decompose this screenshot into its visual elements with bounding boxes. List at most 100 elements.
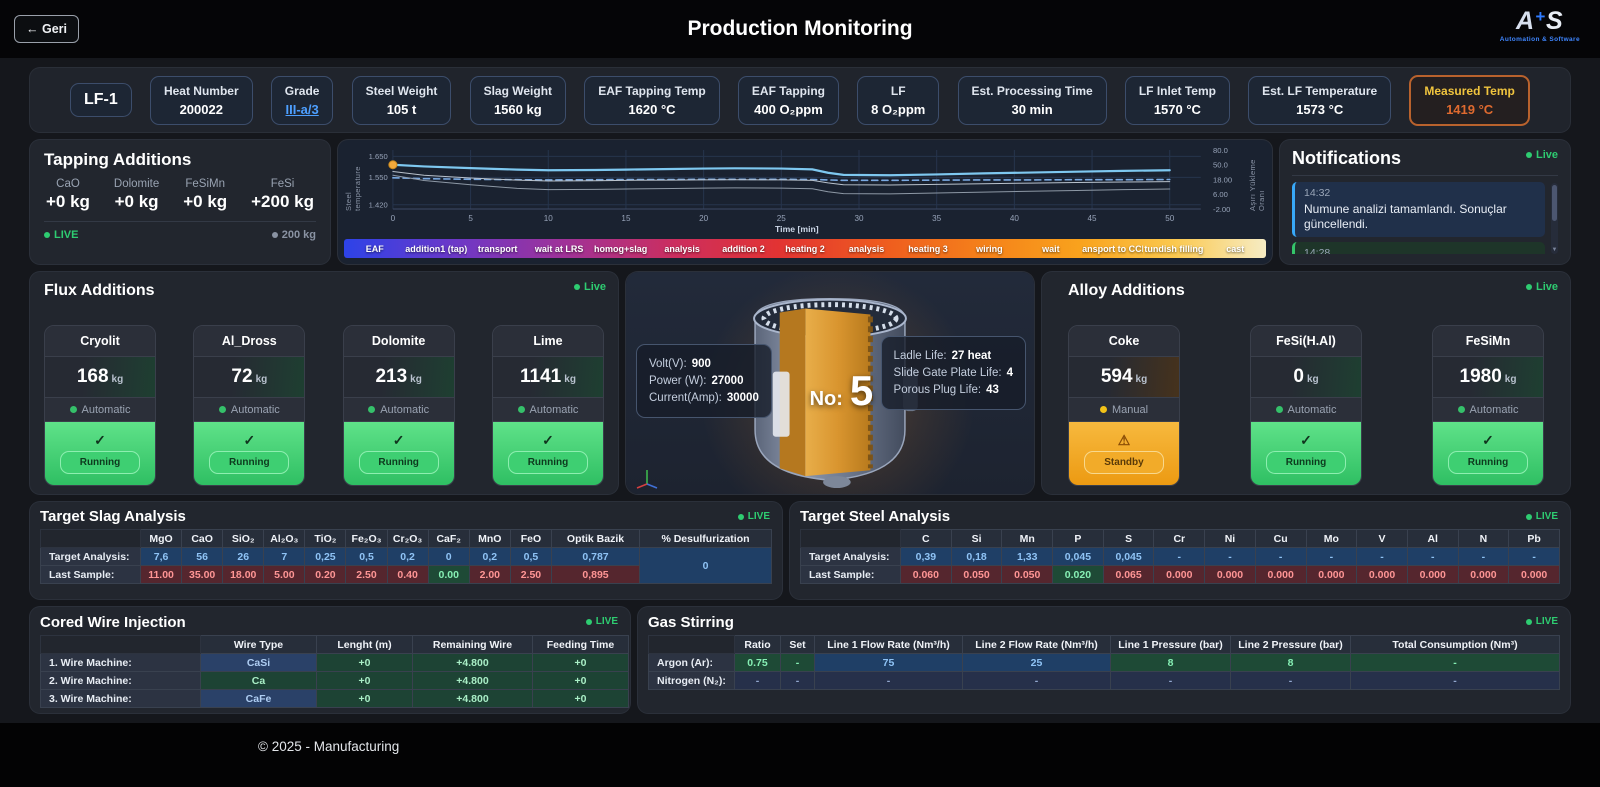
series-start-marker	[388, 160, 398, 170]
svg-text:5: 5	[468, 214, 473, 223]
page-title: Production Monitoring	[687, 17, 913, 40]
column-header: Line 1 Flow Rate (Nm³/h)	[814, 635, 963, 654]
column-header: Total Consumption (Nm³)	[1350, 635, 1560, 654]
table-row: Last Sample: 0.060 0.050 0.050 0.020 0.065 0.0…	[800, 565, 1560, 584]
metric-label: Est. Processing Time	[971, 83, 1093, 98]
cell: -	[1110, 671, 1231, 690]
row-label: Last Sample:	[800, 565, 901, 584]
column-header: Remaining Wire	[412, 635, 533, 654]
slide-gate-label: Slide Gate Plate Life:	[893, 367, 1002, 379]
steel-title: Target Steel Analysis	[800, 508, 951, 525]
cell: 35.00	[181, 565, 224, 584]
metric-card-slag-weight: Slag Weight 1560 kg	[469, 75, 567, 125]
check-icon: ✓	[1300, 432, 1312, 448]
cell: 0.40	[386, 565, 429, 584]
metric-value: 400 O₂ppm	[754, 101, 823, 117]
notification-item[interactable]: 14:32 Numune analizi tamamlandı. Sonuçlar…	[1292, 182, 1545, 237]
row-label: Argon (Ar):	[648, 653, 735, 672]
cell: +4.800	[412, 653, 533, 672]
column-header: Cr	[1153, 529, 1206, 548]
cell: 56	[181, 547, 224, 566]
table-row: Target Analysis: 0,39 0,18 1,33 0,045 0,045- -…	[800, 547, 1560, 566]
notifications-scrollbar[interactable]: ▼	[1551, 183, 1558, 254]
scrollbar-thumb[interactable]	[1552, 185, 1557, 221]
feeder-status: ✓ Running	[45, 422, 155, 485]
tapping-item-name: FeSi	[270, 178, 295, 190]
phase-heating-3: heating 3	[908, 243, 948, 254]
table-body: Target Analysis: 7,6 56 26 7 0,25 0,5 0,2 0 0,2 0,…	[40, 547, 772, 584]
cell: -	[962, 671, 1111, 690]
tapping-item-cao: CaO +0 kg	[46, 178, 90, 212]
cell: 25	[962, 653, 1111, 672]
status-button[interactable]: Running	[209, 451, 290, 474]
cell: 0,25	[304, 547, 347, 566]
status-button[interactable]: Running	[1266, 451, 1346, 474]
notification-item[interactable]: 14:28	[1292, 242, 1545, 254]
top-header: ← Geri Production Monitoring A+S Automat…	[0, 0, 1600, 58]
cell: 2.00	[468, 565, 511, 584]
material-weight: 0 kg	[1251, 357, 1361, 397]
svg-text:45: 45	[1088, 214, 1098, 223]
status-button[interactable]: Running	[60, 451, 140, 474]
cell: -	[1254, 547, 1307, 566]
metric-card-lf-inlet-temp: LF Inlet Temp 1570 °C	[1124, 75, 1230, 125]
cell: 0.75	[734, 653, 781, 672]
analysis-table: C Si Mn P S Cr Ni Cu Mo V Al N Pb Target Analysis: 0,3…	[800, 529, 1560, 584]
metric-value: 1560 kg	[493, 101, 542, 117]
mode-label: Automatic	[380, 403, 430, 416]
mode-dot-icon	[517, 406, 525, 413]
flux-card-dolomite: Dolomite 213 kg Automatic ✓ Running	[342, 325, 455, 486]
status-button[interactable]: Running	[507, 451, 588, 474]
alloy-additions-panel: Alloy Additions Live Coke 594 kg Manual ⚠ Sta…	[1042, 272, 1570, 494]
weight-unit: kg	[1135, 374, 1148, 385]
tapping-item-dolomite: Dolomite +0 kg	[114, 178, 159, 212]
row-injection-gas: Cored Wire Injection LIVE Wire Type Lengh…	[30, 607, 1570, 713]
scroll-down-arrow-icon[interactable]: ▼	[1551, 246, 1558, 254]
table-row: Nitrogen (N₂): - - - - - - -	[648, 671, 1560, 690]
electrical-info-box: Volt(V): 900 Power (W): 27000 Current(Amp)…	[636, 344, 772, 418]
back-button[interactable]: ← Geri	[14, 15, 79, 43]
material-weight: 594 kg	[1069, 357, 1179, 397]
svg-text:15: 15	[621, 214, 631, 223]
phase-tundish-filling: tundish filling	[1144, 243, 1204, 254]
weight-value: 213	[375, 366, 408, 387]
row-label: 1. Wire Machine:	[40, 653, 201, 672]
status-button[interactable]: Standby	[1084, 451, 1164, 474]
row-monitoring: Tapping Additions CaO +0 kg Dolomite +0 kg F…	[30, 140, 1570, 264]
3d-axis-gizmo-icon[interactable]	[634, 463, 660, 489]
material-name: Dolomite	[343, 326, 454, 357]
table-body: Target Analysis: 0,39 0,18 1,33 0,045 0,045- -…	[800, 547, 1560, 584]
material-weight: 1980 kg	[1433, 357, 1543, 397]
cell: +0	[316, 653, 413, 672]
tapping-item-value: +0 kg	[46, 192, 90, 211]
feeder-status: ✓ Running	[1433, 422, 1543, 485]
phase-eaf: EAF	[365, 243, 384, 254]
material-name: FeSiMn	[1433, 326, 1543, 357]
metric-value: 200022	[179, 101, 223, 117]
notification-time: 14:32	[1304, 187, 1331, 199]
column-header: P	[1052, 529, 1104, 548]
cell: -	[1230, 671, 1351, 690]
status-button[interactable]: Running	[358, 451, 439, 474]
cell: +4.800	[412, 671, 533, 690]
notifications-title: Notifications	[1292, 148, 1402, 168]
svg-text:6.00: 6.00	[1213, 190, 1228, 199]
cell: -	[1508, 547, 1560, 566]
power-value: 27000	[711, 375, 744, 387]
metric-card-est-lf-temperature: Est. LF Temperature 1573 °C	[1248, 75, 1392, 125]
table-head: MgO CaO SiO₂ Al₂O₃ TiO₂ Fe₂O₃ Cr₂O₃ CaF₂ MnO FeO O…	[40, 529, 772, 548]
logo-a: A	[1516, 7, 1536, 35]
material-name: Al_Dross	[194, 326, 305, 357]
slag-table-host: MgO CaO SiO₂ Al₂O₃ TiO₂ Fe₂O₃ Cr₂O₃ CaF₂ MnO FeO O…	[40, 529, 772, 584]
live-dot-icon	[1525, 618, 1532, 625]
cell: 8	[1230, 653, 1351, 672]
table-head: Ratio Set Line 1 Flow Rate (Nm³/h) Line 2 F…	[648, 635, 1560, 654]
status-button[interactable]: Running	[1448, 451, 1528, 474]
mode-label: Manual	[1111, 403, 1149, 416]
metric-value-link[interactable]: III-a/3	[285, 102, 320, 117]
cell: -	[1204, 547, 1256, 566]
corner-cell	[648, 635, 735, 654]
row-label: Target Analysis:	[40, 547, 141, 566]
column-header: C	[900, 529, 952, 548]
cell: 0.000	[1457, 565, 1510, 584]
